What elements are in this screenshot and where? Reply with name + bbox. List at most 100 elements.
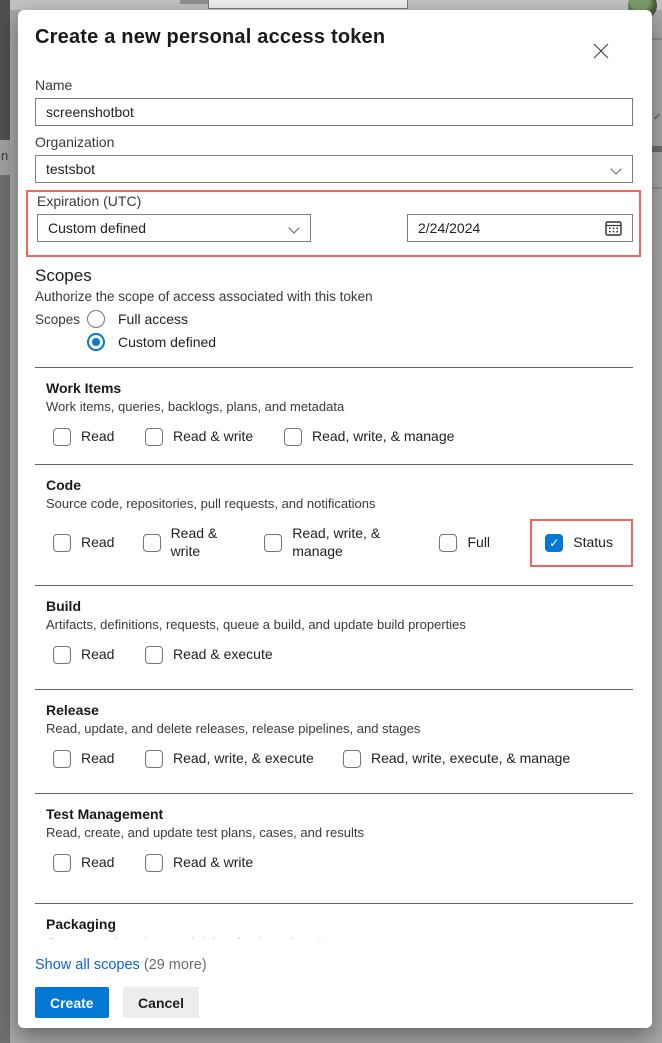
checkbox-icon[interactable] (143, 534, 161, 552)
checkbox-icon[interactable] (284, 428, 302, 446)
checkbox-option[interactable]: Read (53, 646, 145, 664)
section-name: Work Items (46, 380, 633, 396)
dialog-footer: Show all scopes (29 more) Create Cancel (35, 957, 633, 1018)
section-name: Code (46, 477, 633, 493)
checkbox-option[interactable]: Read & write (145, 428, 284, 446)
checkbox-label: Read & write (171, 525, 233, 560)
radio-full-access[interactable]: Full access (87, 310, 216, 328)
radio-icon[interactable] (87, 310, 105, 328)
background-check-icon: ✓ (653, 112, 661, 123)
checkbox-icon[interactable] (53, 646, 71, 664)
checkbox-option[interactable]: Read, write, & execute (145, 750, 343, 768)
checkbox-option[interactable]: Read, write, & manage (284, 428, 454, 446)
close-icon (593, 43, 609, 59)
section-code: Code Source code, repositories, pull req… (35, 464, 633, 585)
checkbox-icon[interactable] (439, 534, 457, 552)
checkbox-option[interactable]: Read (53, 854, 145, 872)
section-description: Read, update, and delete releases, relea… (46, 721, 633, 736)
checkbox-icon[interactable] (53, 854, 71, 872)
checkbox-label: Read (81, 534, 114, 552)
chevron-down-icon (288, 222, 299, 233)
checkbox-label: Status (573, 534, 613, 552)
background-right-line-2 (652, 187, 662, 189)
checkbox-label: Read & write (173, 854, 253, 872)
checkbox-option[interactable]: Full (439, 534, 520, 552)
checkbox-icon[interactable] (53, 750, 71, 768)
checkbox-option[interactable]: Read (53, 750, 145, 768)
radio-icon[interactable] (87, 333, 105, 351)
section-work-items: Work Items Work items, queries, backlogs… (35, 367, 633, 464)
expiration-preset-value: Custom defined (48, 220, 146, 236)
background-header-segment (180, 0, 208, 4)
close-button[interactable] (588, 38, 614, 64)
scopes-group-label: Scopes (35, 310, 87, 351)
checkbox-icon[interactable] (145, 854, 163, 872)
checkbox-icon[interactable] (343, 750, 361, 768)
name-input[interactable]: screenshotbot (35, 98, 633, 126)
section-description: Work items, queries, backlogs, plans, an… (46, 399, 633, 414)
cancel-button[interactable]: Cancel (123, 987, 199, 1018)
radio-label: Custom defined (118, 334, 216, 350)
radio-label: Full access (118, 311, 188, 327)
checkbox-label: Read (81, 750, 114, 768)
section-build: Build Artifacts, definitions, requests, … (35, 585, 633, 689)
checkbox-icon[interactable] (53, 428, 71, 446)
checkbox-option[interactable]: Read, write, & manage (264, 525, 439, 560)
background-search-box (208, 0, 408, 9)
checkbox-icon[interactable] (264, 534, 282, 552)
create-pat-dialog: Create a new personal access token Name … (18, 10, 652, 1028)
organization-label: Organization (35, 134, 633, 150)
section-release: Release Read, update, and delete release… (35, 689, 633, 793)
checkbox-option-status-highlighted[interactable]: ✓ Status (530, 519, 633, 567)
checkbox-label: Read, write, & manage (312, 428, 454, 446)
checkbox-label: Read & write (173, 428, 253, 446)
check-icon: ✓ (549, 536, 559, 550)
show-all-scopes-link[interactable]: Show all scopes (35, 957, 140, 973)
background-right-line (652, 38, 662, 40)
checkbox-option[interactable]: Read & execute (145, 646, 273, 664)
checkbox-label: Read (81, 428, 114, 446)
checkbox-option[interactable]: Read & write (143, 525, 265, 560)
calendar-icon[interactable] (605, 220, 622, 236)
dialog-title: Create a new personal access token (35, 26, 633, 49)
checkbox-label: Read, write, & manage (292, 525, 394, 560)
create-button[interactable]: Create (35, 987, 109, 1018)
checkbox-icon[interactable]: ✓ (545, 534, 563, 552)
section-description: Source code, repositories, pull requests… (46, 496, 633, 511)
section-test-management: Test Management Read, create, and update… (35, 793, 633, 903)
expiration-date-input[interactable]: 2/24/2024 (407, 214, 633, 242)
checkbox-label: Read (81, 646, 114, 664)
checkbox-icon[interactable] (53, 534, 71, 552)
name-label: Name (35, 77, 633, 93)
checkbox-icon[interactable] (145, 428, 163, 446)
scope-sections: Work Items Work items, queries, backlogs… (35, 367, 633, 939)
scopes-radio-group: Scopes Full access Custom defined (35, 310, 633, 351)
checkbox-icon[interactable] (145, 750, 163, 768)
section-description: Create, read, update, and delete feeds a… (46, 935, 633, 939)
checkbox-label: Full (467, 534, 490, 552)
scopes-heading: Scopes (35, 266, 633, 286)
checkbox-option[interactable]: Read (53, 534, 143, 552)
checkbox-option[interactable]: Read & write (145, 854, 253, 872)
organization-value: testsbot (46, 161, 95, 177)
checkbox-option[interactable]: Read, write, execute, & manage (343, 750, 570, 768)
section-description: Read, create, and update test plans, cas… (46, 825, 633, 840)
background-partial-text: n (1, 148, 8, 163)
section-name: Packaging (46, 916, 633, 932)
section-name: Build (46, 598, 633, 614)
section-name: Test Management (46, 806, 633, 822)
expiration-preset-select[interactable]: Custom defined (37, 214, 311, 242)
section-name: Release (46, 702, 633, 718)
checkbox-label: Read, write, execute, & manage (371, 750, 570, 768)
radio-custom-defined[interactable]: Custom defined (87, 333, 216, 351)
expiration-highlight-box: Expiration (UTC) Custom defined 2/24/202… (26, 190, 641, 257)
checkbox-option[interactable]: Read (53, 428, 145, 446)
background-right-bar (652, 146, 662, 152)
organization-select[interactable]: testsbot (35, 155, 633, 183)
section-description: Artifacts, definitions, requests, queue … (46, 617, 633, 632)
checkbox-label: Read, write, & execute (173, 750, 314, 768)
checkbox-icon[interactable] (145, 646, 163, 664)
section-packaging: Packaging Create, read, update, and dele… (35, 903, 633, 939)
more-scopes-count: (29 more) (144, 957, 207, 973)
checkbox-label: Read & execute (173, 646, 273, 664)
